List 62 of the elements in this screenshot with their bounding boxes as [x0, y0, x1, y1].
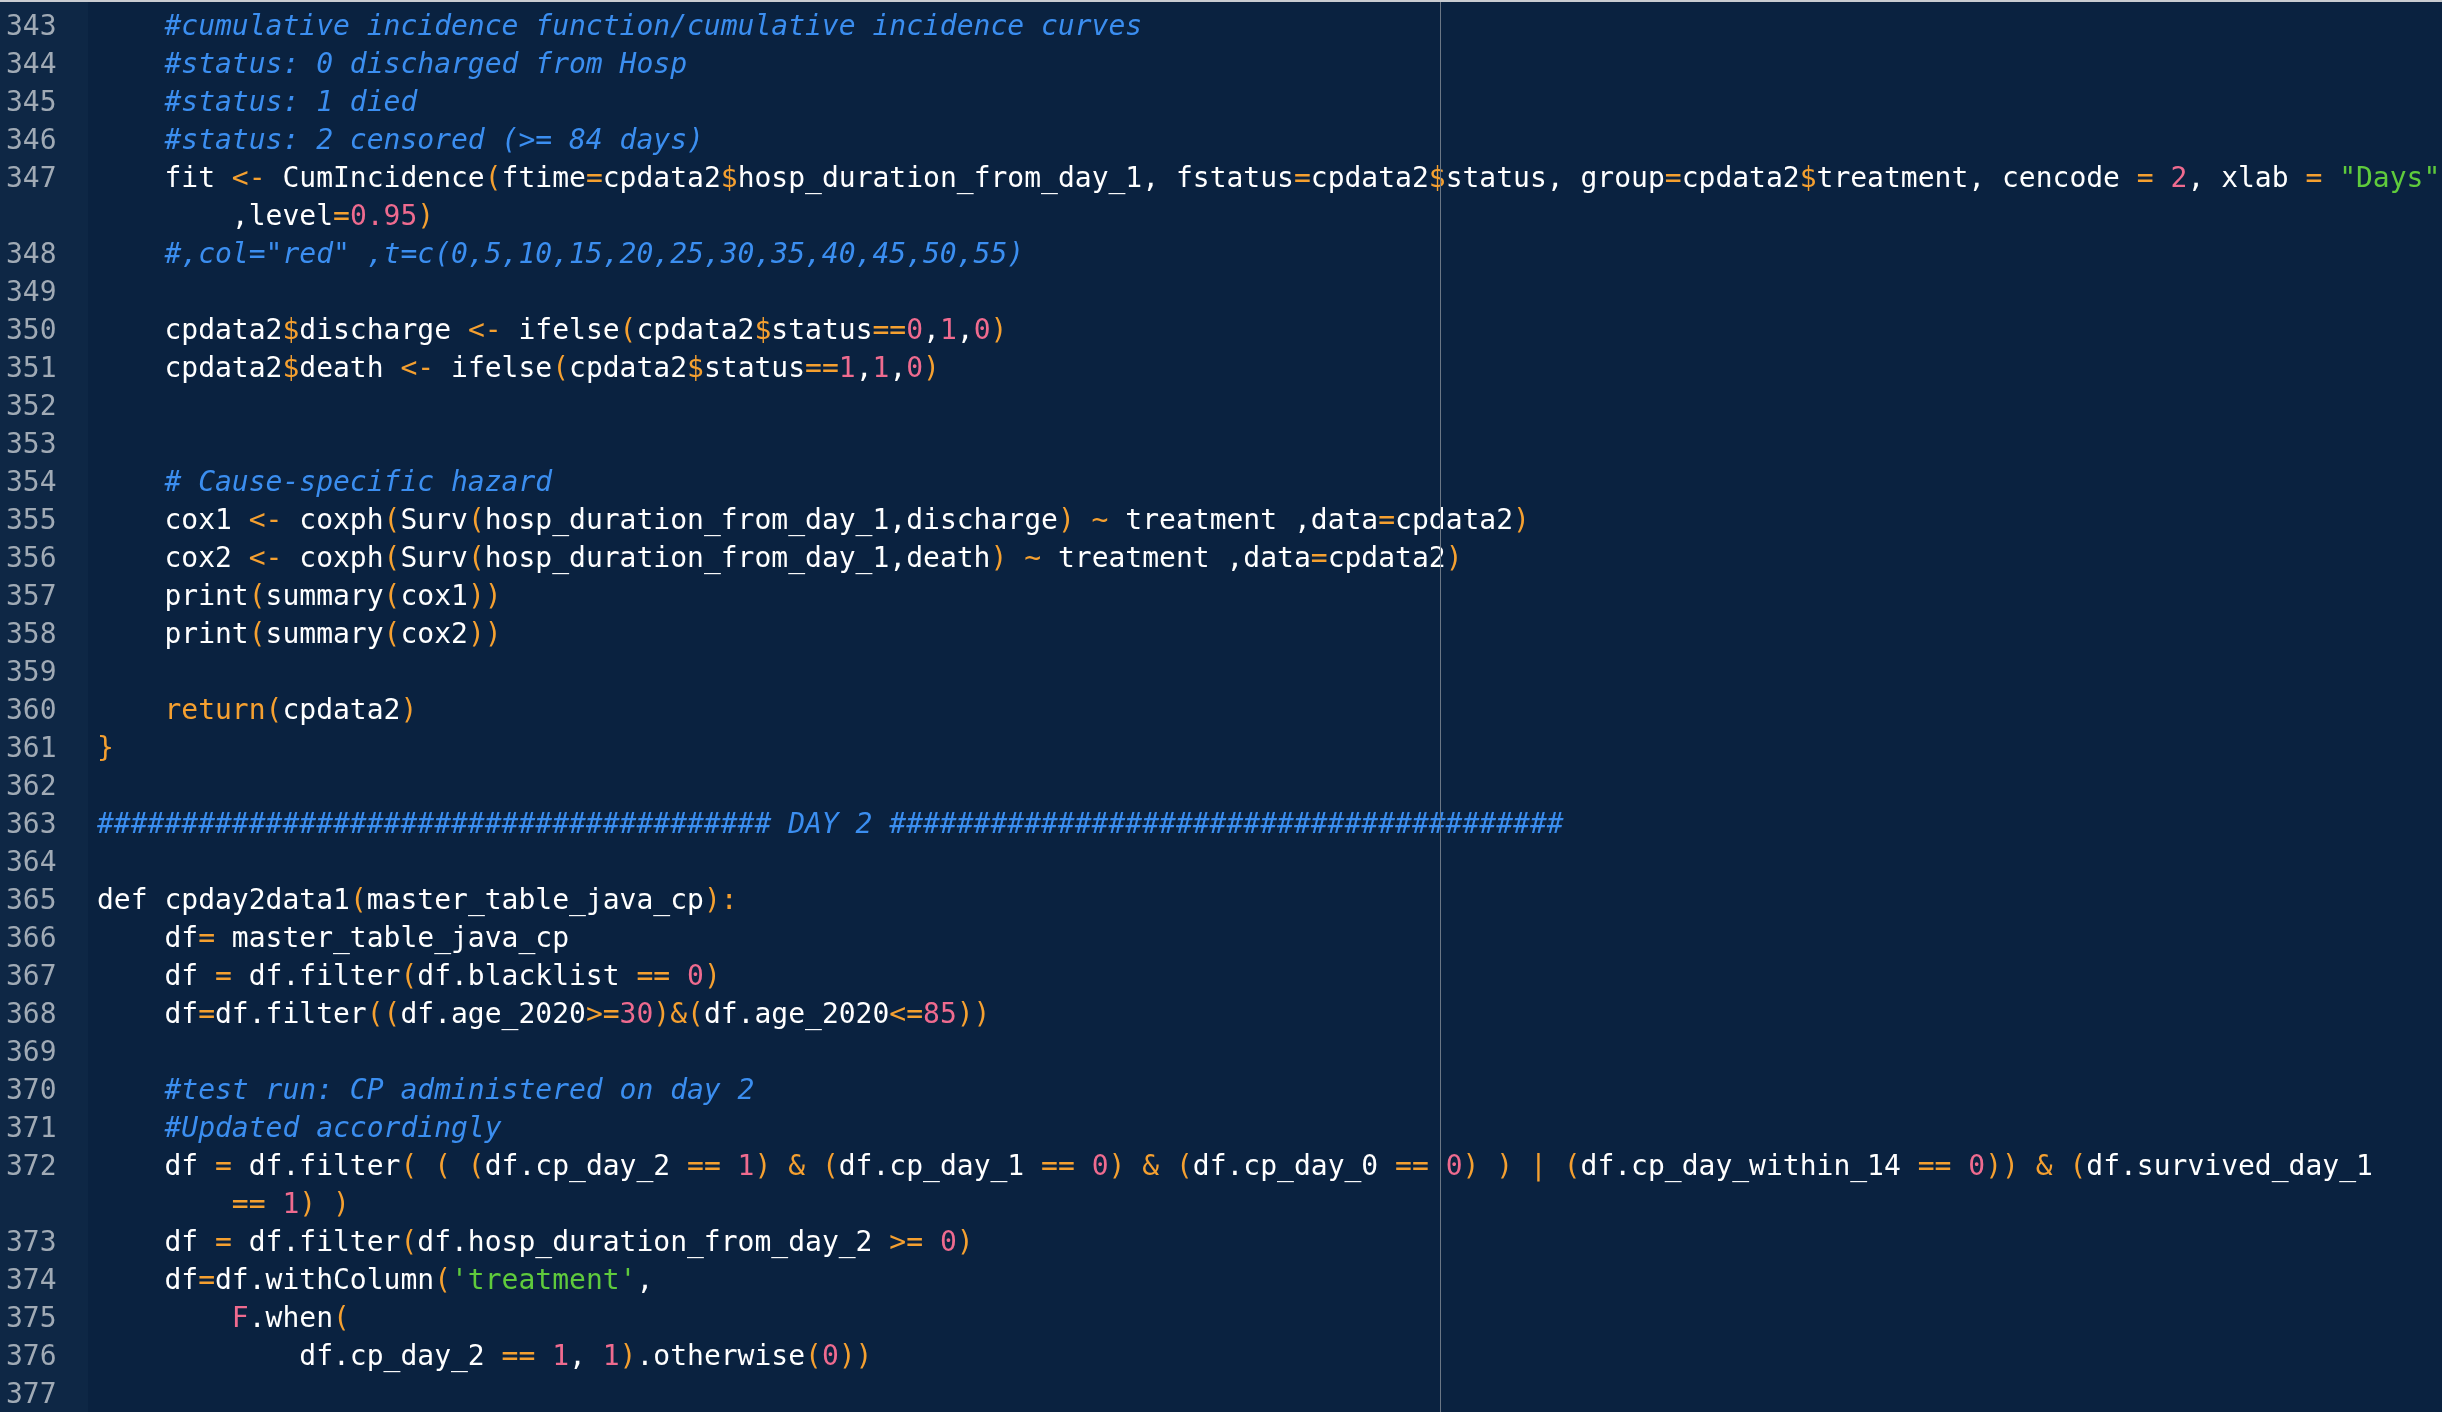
line-number: 343	[5, 8, 58, 44]
line-number: 363	[5, 806, 58, 842]
line-number: 372	[5, 1148, 58, 1184]
line-number: 369	[5, 1034, 58, 1070]
line-number: 358	[5, 616, 58, 652]
line-number: 361	[5, 730, 58, 766]
code-line: df= master_table_java_cp	[164, 921, 569, 954]
line-number: 348	[5, 236, 58, 272]
line-number: 351	[5, 350, 58, 386]
code-line: F.when(	[231, 1301, 350, 1334]
line-number: 344	[5, 46, 58, 82]
code-line: #status: 2 censored (>= 84 days)	[164, 123, 704, 156]
line-number: 347	[5, 160, 58, 196]
code-line: # Cause-specific hazard	[164, 465, 553, 498]
code-line: df = df.filter(df.blacklist == 0)	[164, 959, 721, 992]
code-line: df = df.filter(df.hosp_duration_from_day_2 >= 0)	[164, 1225, 974, 1258]
code-line: df.cp_day_2 == 1, 1).otherwise(0))	[299, 1339, 873, 1372]
line-number: 357	[5, 578, 58, 614]
line-number: 377	[5, 1376, 58, 1412]
line-number: 374	[5, 1262, 58, 1298]
code-line: #cumulative incidence function/cumulative incidence curves	[164, 9, 1143, 42]
line-number: 376	[5, 1338, 58, 1374]
code-line: cox1 <- coxph(Surv(hosp_duration_from_day_1,discharge) ~ treatment ,data=cpdata2)	[164, 503, 1530, 536]
line-number: 353	[5, 426, 58, 462]
line-number: 370	[5, 1072, 58, 1108]
code-line: df=df.filter((df.age_2020>=30)&(df.age_2020<=85))	[164, 997, 991, 1030]
code-line: print(summary(cox1))	[164, 579, 502, 612]
line-number: 345	[5, 84, 58, 120]
line-number: 371	[5, 1110, 58, 1146]
code-line: #Updated accordingly	[164, 1111, 502, 1144]
code-line: cox2 <- coxph(Surv(hosp_duration_from_day_1,death) ~ treatment ,data=cpdata2)	[164, 541, 1463, 574]
line-number: 364	[5, 844, 58, 880]
line-number: 349	[5, 274, 58, 310]
code-line: df=df.withColumn('treatment',	[164, 1263, 654, 1296]
code-line: cpdata2$death <- ifelse(cpdata2$status==1,1,0)	[164, 351, 940, 384]
line-number: 346	[5, 122, 58, 158]
line-number: 355	[5, 502, 58, 538]
code-line: cpdata2$discharge <- ifelse(cpdata2$status==0,1,0)	[164, 313, 1008, 346]
line-number: 375	[5, 1300, 58, 1336]
code-line-continuation: == 1) )	[231, 1187, 350, 1220]
line-number: 356	[5, 540, 58, 576]
line-number: 360	[5, 692, 58, 728]
line-number: 352	[5, 388, 58, 424]
code-line-continuation: ,level=0.95)	[231, 199, 435, 232]
line-number: 354	[5, 464, 58, 500]
line-number: 350	[5, 312, 58, 348]
code-line: #status: 0 discharged from Hosp	[164, 47, 687, 80]
line-number: 365	[5, 882, 58, 918]
code-line: #,col="red" ,t=c(0,5,10,15,20,25,30,35,40,45,50,55)	[164, 237, 1025, 270]
code-line: #test run: CP administered on day 2	[164, 1073, 755, 1106]
line-number: 368	[5, 996, 58, 1032]
code-line: #status: 1 died	[164, 85, 418, 118]
line-number: 367	[5, 958, 58, 994]
code-line: return(cpdata2)	[164, 693, 418, 726]
line-number: 373	[5, 1224, 58, 1260]
code-line: }	[97, 731, 114, 764]
line-number: 366	[5, 920, 58, 956]
code-line: def cpday2data1(master_table_java_cp):	[97, 883, 738, 916]
line-number: 359	[5, 654, 58, 690]
line-number: 362	[5, 768, 58, 804]
code-line: df = df.filter( ( (df.cp_day_2 == 1) & (df.cp_day_1 == 0) & (df.cp_day_0 == 0) ) | (df.cp_day_within_14 == 0)) & (df.survived_day_1	[164, 1149, 2373, 1182]
code-line: print(summary(cox2))	[164, 617, 502, 650]
